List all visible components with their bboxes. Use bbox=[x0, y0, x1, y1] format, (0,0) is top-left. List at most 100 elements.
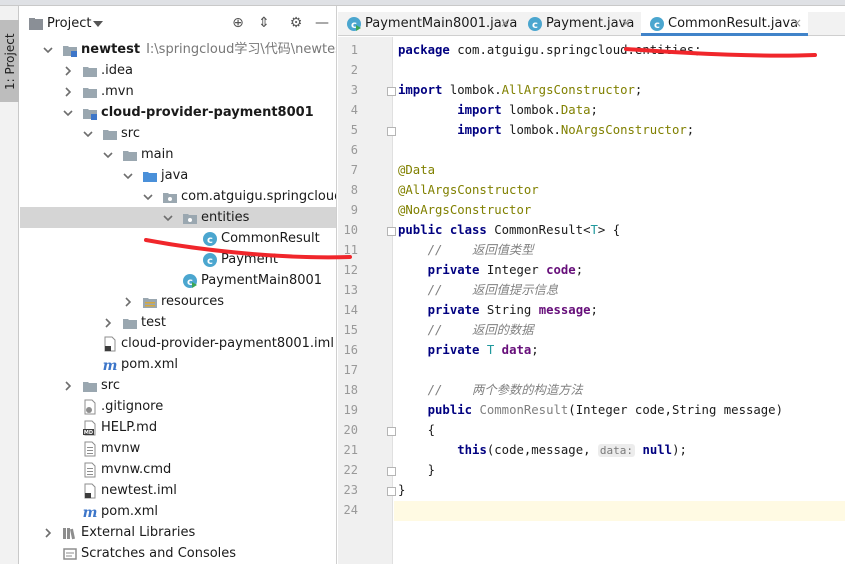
svg-text:c: c bbox=[654, 20, 660, 31]
code-token: CommonResult bbox=[479, 403, 569, 417]
close-icon[interactable]: × bbox=[792, 16, 802, 30]
iml-file-icon bbox=[102, 336, 118, 352]
tree-item[interactable]: mvnw bbox=[20, 438, 336, 459]
tree-item[interactable]: java bbox=[20, 165, 336, 186]
tree-item[interactable]: m pom.xml bbox=[20, 354, 336, 375]
chevron-down-icon[interactable] bbox=[162, 212, 174, 224]
chevron-right-icon[interactable] bbox=[122, 296, 134, 308]
tree-item[interactable]: c Payment bbox=[20, 249, 336, 270]
chevron-down-icon[interactable] bbox=[82, 128, 94, 140]
chevron-right-icon[interactable] bbox=[62, 65, 74, 77]
tree-item-label: entities bbox=[201, 210, 250, 225]
iml-file-icon bbox=[82, 483, 98, 499]
collapse-all-icon[interactable]: ⇕ bbox=[256, 15, 272, 31]
tree-item[interactable]: .mvn bbox=[20, 81, 336, 102]
editor-tab[interactable]: c Payment.java × bbox=[519, 12, 637, 36]
fold-marker-icon[interactable] bbox=[387, 487, 396, 496]
tree-item[interactable]: c CommonResult bbox=[20, 228, 336, 249]
fold-marker-icon[interactable] bbox=[387, 467, 396, 476]
folder-icon bbox=[82, 63, 98, 79]
fold-marker-icon[interactable] bbox=[387, 427, 396, 436]
chevron-down-icon[interactable] bbox=[42, 44, 54, 56]
code-token: code bbox=[546, 263, 576, 277]
code-token: lombok. bbox=[449, 83, 502, 97]
chevron-down-icon[interactable] bbox=[102, 149, 114, 161]
chevron-right-icon[interactable] bbox=[62, 380, 74, 392]
code-token: import bbox=[457, 103, 510, 117]
code-line: // 返回的数据 bbox=[398, 320, 534, 340]
tree-item[interactable]: src bbox=[20, 375, 336, 396]
line-number: 9 bbox=[350, 203, 358, 217]
tree-item[interactable]: cloud-provider-payment8001 bbox=[20, 102, 336, 123]
tree-item[interactable]: Scratches and Consoles bbox=[20, 543, 336, 564]
tree-item[interactable]: .idea bbox=[20, 60, 336, 81]
project-view-dropdown-icon[interactable] bbox=[93, 21, 103, 27]
code-token: private bbox=[427, 263, 487, 277]
tree-item[interactable]: src bbox=[20, 123, 336, 144]
class-icon: c bbox=[202, 252, 218, 268]
hide-panel-icon[interactable]: — bbox=[314, 15, 330, 31]
tree-item[interactable]: cloud-provider-payment8001.iml bbox=[20, 333, 336, 354]
editor-tab[interactable]: c PaymentMain8001.java × bbox=[338, 12, 517, 36]
settings-gear-icon[interactable]: ⚙ bbox=[288, 15, 304, 31]
code-line: private String message; bbox=[398, 300, 598, 320]
chevron-down-icon[interactable] bbox=[142, 191, 154, 203]
code-line: // 返回值类型 bbox=[398, 240, 534, 260]
code-token: @Data bbox=[398, 163, 436, 177]
chevron-down-icon[interactable] bbox=[122, 170, 134, 182]
chevron-right-icon[interactable] bbox=[62, 86, 74, 98]
code-token: } bbox=[398, 463, 436, 477]
project-panel-header: Project ⊕ ⇕ ⚙ — bbox=[20, 12, 336, 36]
chevron-down-icon[interactable] bbox=[62, 107, 74, 119]
package-icon bbox=[182, 210, 198, 226]
code-line: public CommonResult(Integer code,String … bbox=[398, 400, 783, 420]
line-number: 5 bbox=[350, 123, 358, 137]
code-line: import lombok.NoArgsConstructor; bbox=[398, 120, 694, 140]
chevron-right-icon[interactable] bbox=[102, 317, 114, 329]
locate-target-icon[interactable]: ⊕ bbox=[230, 15, 246, 31]
code-token: data bbox=[501, 343, 532, 357]
tree-item[interactable]: MD HELP.md bbox=[20, 417, 336, 438]
fold-marker-icon[interactable] bbox=[387, 87, 396, 96]
code-token: private bbox=[427, 343, 487, 357]
tree-item[interactable]: c PaymentMain8001 bbox=[20, 270, 336, 291]
chevron-right-icon[interactable] bbox=[42, 527, 54, 539]
line-number: 11 bbox=[343, 243, 358, 257]
tree-item-label: src bbox=[101, 378, 120, 393]
code-token: ; bbox=[575, 263, 584, 277]
close-icon[interactable]: × bbox=[500, 16, 510, 30]
text-file-icon bbox=[82, 441, 98, 457]
tree-item[interactable]: mvnw.cmd bbox=[20, 459, 336, 480]
tree-item[interactable]: m pom.xml bbox=[20, 501, 336, 522]
tree-item[interactable]: resources bbox=[20, 291, 336, 312]
project-tool-window-tab[interactable]: 1: Project bbox=[0, 20, 19, 102]
code-token: // 返回值提示信息 bbox=[427, 283, 559, 297]
code-token: ; bbox=[686, 123, 695, 137]
tree-item[interactable]: main bbox=[20, 144, 336, 165]
code-token: // 返回的数据 bbox=[427, 323, 534, 337]
library-icon bbox=[62, 525, 78, 541]
tree-item[interactable]: newtest I:\springcloud学习\代码\newtest bbox=[20, 39, 336, 60]
tree-item[interactable]: External Libraries bbox=[20, 522, 336, 543]
tree-item[interactable]: entities bbox=[20, 207, 336, 228]
tree-item[interactable]: .gitignore bbox=[20, 396, 336, 417]
code-token: @AllArgsConstructor bbox=[398, 183, 539, 197]
fold-marker-icon[interactable] bbox=[387, 127, 396, 136]
code-token: ; bbox=[590, 303, 598, 317]
editor-tab[interactable]: c CommonResult.java × bbox=[641, 12, 808, 36]
close-icon[interactable]: × bbox=[621, 16, 631, 30]
line-number: 1 bbox=[350, 43, 358, 57]
code-token: (Integer code,String message) bbox=[568, 403, 783, 417]
tree-item-label: newtest.iml bbox=[101, 483, 177, 498]
tree-item[interactable]: test bbox=[20, 312, 336, 333]
tree-item-label: java bbox=[161, 168, 189, 183]
fold-marker-icon[interactable] bbox=[387, 227, 396, 236]
tree-item[interactable]: com.atguigu.springcloud bbox=[20, 186, 336, 207]
line-number: 15 bbox=[343, 323, 358, 337]
code-token: } bbox=[398, 483, 406, 497]
tree-item[interactable]: newtest.iml bbox=[20, 480, 336, 501]
